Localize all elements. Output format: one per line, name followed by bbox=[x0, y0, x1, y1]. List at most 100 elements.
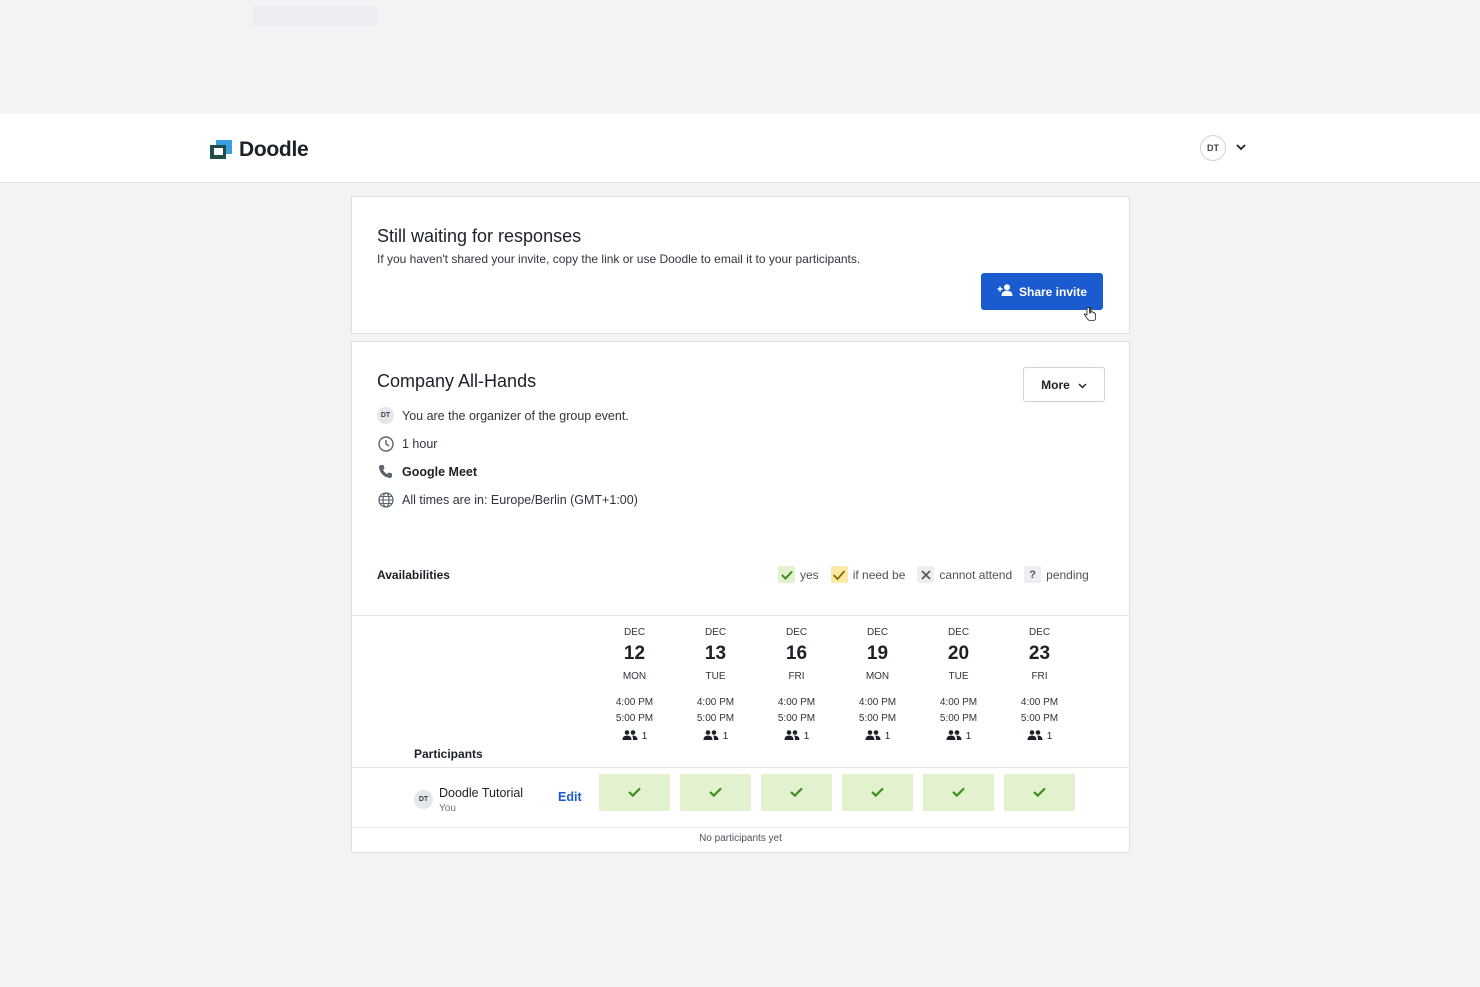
clock-icon bbox=[377, 435, 394, 452]
vote-yes-cell[interactable] bbox=[599, 774, 670, 811]
date-weekday: FRI bbox=[1031, 671, 1048, 682]
share-invite-button[interactable]: Share invite bbox=[981, 273, 1103, 310]
date-day: 20 bbox=[947, 643, 970, 664]
legend-maybe-label: if need be bbox=[852, 567, 906, 582]
participant-count: 1 bbox=[641, 731, 648, 742]
more-button[interactable]: More bbox=[1023, 367, 1105, 402]
event-title: Company All-Hands bbox=[377, 371, 537, 391]
share-invite-label: Share invite bbox=[1018, 284, 1088, 299]
vote-yes-cell[interactable] bbox=[842, 774, 913, 811]
people-icon bbox=[1027, 730, 1043, 743]
doodle-logo[interactable]: Doodle bbox=[210, 138, 309, 162]
availabilities-label: Availabilities bbox=[377, 568, 450, 582]
time-end: 5:00 PM bbox=[615, 713, 654, 724]
date-weekday: TUE bbox=[705, 671, 726, 682]
globe-icon bbox=[377, 491, 394, 508]
legend-pending: ? pending bbox=[1024, 566, 1089, 583]
more-button-label: More bbox=[1041, 377, 1070, 392]
participant-avatar: DT bbox=[414, 790, 433, 809]
maybe-check-icon bbox=[830, 566, 848, 583]
date-month: DEC bbox=[947, 627, 970, 638]
status-subtitle: If you haven't shared your invite, copy … bbox=[377, 252, 861, 266]
organizer-text: You are the organizer of the group event… bbox=[402, 408, 629, 423]
date-month: DEC bbox=[623, 627, 646, 638]
participant-count: 1 bbox=[965, 731, 972, 742]
time-start: 4:00 PM bbox=[1020, 697, 1059, 708]
vote-yes-cell[interactable] bbox=[923, 774, 994, 811]
participant-count: 1 bbox=[884, 731, 891, 742]
divider bbox=[352, 767, 1129, 768]
organizer-row: DT You are the organizer of the group ev… bbox=[377, 407, 629, 424]
pointer-cursor-icon bbox=[1083, 306, 1096, 324]
participant-count: 1 bbox=[722, 731, 729, 742]
vote-yes-cell[interactable] bbox=[761, 774, 832, 811]
vote-yes-cell[interactable] bbox=[680, 774, 751, 811]
participant-you-label: You bbox=[439, 803, 456, 814]
date-month: DEC bbox=[1028, 627, 1051, 638]
availability-legend: yes if need be cannot attend ? pending bbox=[778, 566, 1089, 583]
no-participants-text: No participants yet bbox=[699, 833, 782, 844]
time-start: 4:00 PM bbox=[777, 697, 816, 708]
brand-name: Doodle bbox=[239, 138, 309, 161]
check-icon bbox=[628, 784, 641, 802]
cross-icon bbox=[917, 566, 935, 583]
date-day: 16 bbox=[785, 643, 808, 664]
chevron-down-icon[interactable] bbox=[1236, 143, 1246, 154]
check-icon bbox=[709, 784, 722, 802]
date-weekday: FRI bbox=[788, 671, 805, 682]
participant-count: 1 bbox=[803, 731, 810, 742]
participants-header: Participants bbox=[414, 747, 483, 761]
date-column: DEC 12 MON 4:00 PM 5:00 PM 1 bbox=[599, 627, 670, 743]
time-end: 5:00 PM bbox=[1020, 713, 1059, 724]
vote-yes-cell[interactable] bbox=[1004, 774, 1075, 811]
date-column: DEC 20 TUE 4:00 PM 5:00 PM 1 bbox=[923, 627, 994, 743]
people-icon bbox=[784, 730, 800, 743]
top-nav-bar: Doodle DT bbox=[0, 114, 1480, 183]
user-avatar[interactable]: DT bbox=[1200, 135, 1226, 161]
legend-no-label: cannot attend bbox=[939, 567, 1013, 582]
check-icon bbox=[952, 784, 965, 802]
check-icon bbox=[778, 566, 795, 583]
time-end: 5:00 PM bbox=[858, 713, 897, 724]
event-card: Company All-Hands More DT You are the or… bbox=[351, 341, 1130, 853]
chevron-down-icon bbox=[1078, 378, 1087, 392]
people-icon bbox=[622, 730, 638, 743]
legend-pending-label: pending bbox=[1046, 567, 1089, 582]
add-person-icon bbox=[997, 284, 1013, 299]
timezone-text: All times are in: Europe/Berlin (GMT+1:0… bbox=[402, 492, 638, 507]
time-end: 5:00 PM bbox=[696, 713, 735, 724]
date-column: DEC 19 MON 4:00 PM 5:00 PM 1 bbox=[842, 627, 913, 743]
time-start: 4:00 PM bbox=[939, 697, 978, 708]
date-weekday: MON bbox=[865, 671, 890, 682]
location-row: Google Meet bbox=[377, 463, 477, 480]
date-column: DEC 16 FRI 4:00 PM 5:00 PM 1 bbox=[761, 627, 832, 743]
date-weekday: TUE bbox=[948, 671, 969, 682]
people-icon bbox=[865, 730, 881, 743]
date-day: 23 bbox=[1028, 643, 1051, 664]
date-column: DEC 13 TUE 4:00 PM 5:00 PM 1 bbox=[680, 627, 751, 743]
legend-yes-label: yes bbox=[800, 567, 819, 582]
date-day: 13 bbox=[704, 643, 727, 664]
divider bbox=[352, 615, 1129, 616]
user-menu[interactable]: DT bbox=[1200, 135, 1246, 161]
people-icon bbox=[946, 730, 962, 743]
organizer-avatar: DT bbox=[377, 407, 394, 424]
check-icon bbox=[790, 784, 803, 802]
date-weekday: MON bbox=[622, 671, 647, 682]
date-month: DEC bbox=[785, 627, 808, 638]
date-month: DEC bbox=[866, 627, 889, 638]
faint-top-bar bbox=[253, 6, 377, 26]
duration-row: 1 hour bbox=[377, 435, 437, 452]
time-start: 4:00 PM bbox=[696, 697, 735, 708]
question-icon: ? bbox=[1024, 566, 1042, 583]
date-day: 19 bbox=[866, 643, 889, 664]
status-title: Still waiting for responses bbox=[377, 226, 582, 246]
participant-name: Doodle Tutorial bbox=[439, 786, 524, 800]
date-month: DEC bbox=[704, 627, 727, 638]
time-end: 5:00 PM bbox=[777, 713, 816, 724]
people-icon bbox=[703, 730, 719, 743]
timezone-row: All times are in: Europe/Berlin (GMT+1:0… bbox=[377, 491, 638, 508]
edit-link[interactable]: Edit bbox=[558, 790, 582, 804]
legend-if-need-be: if need be bbox=[830, 566, 906, 583]
phone-icon bbox=[377, 463, 394, 480]
